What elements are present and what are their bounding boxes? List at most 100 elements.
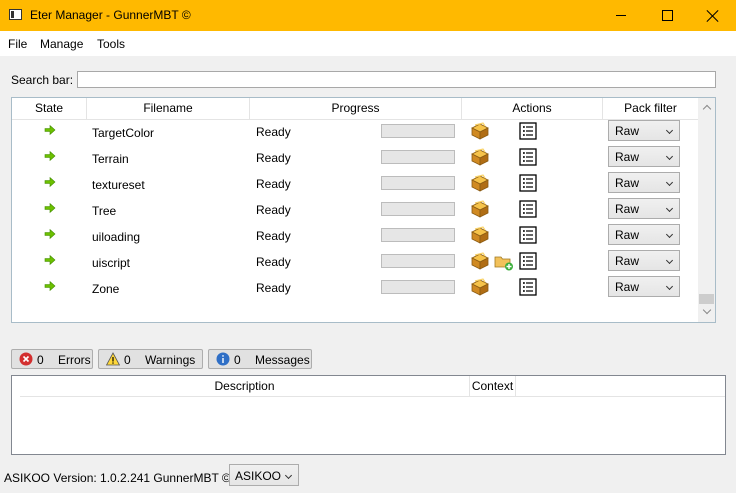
search-label: Search bar: bbox=[11, 73, 74, 87]
list-icon[interactable] bbox=[519, 278, 537, 296]
row-progress-bar bbox=[381, 228, 455, 242]
search-input[interactable] bbox=[77, 71, 716, 88]
list-icon[interactable] bbox=[519, 252, 537, 270]
column-header-filler bbox=[516, 376, 725, 397]
info-icon bbox=[216, 352, 230, 366]
menu-bar: File Manage Tools bbox=[0, 31, 736, 56]
chevron-down-icon bbox=[665, 230, 674, 239]
vertical-scrollbar[interactable] bbox=[698, 98, 715, 322]
pack-filter-dropdown[interactable]: Raw bbox=[608, 250, 680, 271]
scroll-thumb[interactable] bbox=[699, 294, 714, 304]
row-filename: Zone bbox=[92, 282, 120, 296]
row-progress-bar bbox=[381, 202, 455, 216]
arrow-right-icon bbox=[44, 150, 56, 162]
arrow-right-icon bbox=[44, 202, 56, 214]
pack-filter-value: Raw bbox=[615, 202, 640, 216]
pack-filter-dropdown[interactable]: Raw bbox=[608, 224, 680, 245]
grid-header: State Filename Progress Actions Pack fil… bbox=[12, 98, 698, 120]
warnings-tab-button[interactable]: 0 Warnings bbox=[98, 349, 203, 369]
errors-tab-button[interactable]: 0 Errors bbox=[11, 349, 93, 369]
table-row[interactable]: Tree Ready Raw bbox=[12, 197, 698, 223]
scroll-up-icon[interactable] bbox=[702, 104, 712, 114]
messages-label: Messages bbox=[255, 353, 310, 367]
menu-tools[interactable]: Tools bbox=[97, 37, 125, 51]
column-header-context[interactable]: Context bbox=[470, 376, 516, 397]
package-icon[interactable] bbox=[469, 251, 491, 271]
chevron-down-icon bbox=[665, 126, 674, 135]
chevron-down-icon bbox=[665, 282, 674, 291]
row-status: Ready bbox=[256, 151, 291, 165]
arrow-right-icon bbox=[44, 280, 56, 292]
row-filename: Terrain bbox=[92, 152, 129, 166]
menu-file[interactable]: File bbox=[8, 37, 27, 51]
row-progress-bar bbox=[381, 124, 455, 138]
error-icon bbox=[19, 352, 33, 366]
pack-filter-value: Raw bbox=[615, 228, 640, 242]
files-grid: State Filename Progress Actions Pack fil… bbox=[11, 97, 716, 323]
row-progress-bar bbox=[381, 254, 455, 268]
maximize-icon bbox=[661, 10, 673, 21]
account-dropdown[interactable]: ASIKOO bbox=[229, 464, 299, 486]
list-icon[interactable] bbox=[519, 174, 537, 192]
account-dropdown-value: ASIKOO bbox=[235, 469, 282, 483]
list-icon[interactable] bbox=[519, 226, 537, 244]
column-header-actions[interactable]: Actions bbox=[462, 98, 603, 119]
add-folder-icon[interactable] bbox=[494, 253, 514, 271]
chevron-down-icon bbox=[665, 178, 674, 187]
column-header-state[interactable]: State bbox=[12, 98, 87, 119]
list-icon[interactable] bbox=[519, 200, 537, 218]
pack-filter-dropdown[interactable]: Raw bbox=[608, 198, 680, 219]
chevron-down-icon bbox=[665, 152, 674, 161]
pack-filter-dropdown[interactable]: Raw bbox=[608, 172, 680, 193]
close-button[interactable] bbox=[690, 0, 736, 31]
pack-filter-dropdown[interactable]: Raw bbox=[608, 276, 680, 297]
row-status: Ready bbox=[256, 177, 291, 191]
column-header-filename[interactable]: Filename bbox=[87, 98, 250, 119]
warning-icon bbox=[106, 352, 120, 366]
package-icon[interactable] bbox=[469, 173, 491, 193]
row-filename: uiscript bbox=[92, 256, 131, 270]
row-filename: TargetColor bbox=[92, 126, 155, 140]
table-row[interactable]: uiscript Ready Raw bbox=[12, 249, 698, 275]
row-status: Ready bbox=[256, 255, 291, 269]
close-icon bbox=[707, 10, 719, 22]
package-icon[interactable] bbox=[469, 199, 491, 219]
table-row[interactable]: Zone Ready Raw bbox=[12, 275, 698, 301]
chevron-down-icon bbox=[665, 256, 674, 265]
package-icon[interactable] bbox=[469, 277, 491, 297]
messages-table: Description Context bbox=[11, 375, 726, 455]
menu-manage[interactable]: Manage bbox=[40, 37, 83, 51]
row-status: Ready bbox=[256, 229, 291, 243]
pack-filter-dropdown[interactable]: Raw bbox=[608, 120, 680, 141]
errors-label: Errors bbox=[58, 353, 91, 367]
row-status: Ready bbox=[256, 281, 291, 295]
scroll-down-icon[interactable] bbox=[702, 305, 712, 315]
table-row[interactable]: textureset Ready Raw bbox=[12, 171, 698, 197]
warnings-label: Warnings bbox=[145, 353, 196, 367]
minimize-button[interactable] bbox=[598, 0, 644, 31]
package-icon[interactable] bbox=[469, 147, 491, 167]
package-icon[interactable] bbox=[469, 225, 491, 245]
messages-count: 0 bbox=[234, 353, 241, 367]
row-filename: Tree bbox=[92, 204, 117, 218]
package-icon[interactable] bbox=[469, 121, 491, 141]
column-header-progress[interactable]: Progress bbox=[250, 98, 462, 119]
window-title: Eter Manager - GunnerMBT © bbox=[30, 8, 191, 22]
row-progress-bar bbox=[381, 176, 455, 190]
column-header-description[interactable]: Description bbox=[20, 376, 470, 397]
row-status: Ready bbox=[256, 125, 291, 139]
maximize-button[interactable] bbox=[644, 0, 690, 31]
row-filename: uiloading bbox=[92, 230, 141, 244]
pack-filter-value: Raw bbox=[615, 150, 640, 164]
messages-tab-button[interactable]: 0 Messages bbox=[208, 349, 312, 369]
list-icon[interactable] bbox=[519, 148, 537, 166]
row-status: Ready bbox=[256, 203, 291, 217]
list-icon[interactable] bbox=[519, 122, 537, 140]
table-row[interactable]: uiloading Ready Raw bbox=[12, 223, 698, 249]
column-header-pack-filter[interactable]: Pack filter bbox=[603, 98, 698, 119]
table-row[interactable]: TargetColor Ready Raw bbox=[12, 119, 698, 145]
pack-filter-dropdown[interactable]: Raw bbox=[608, 146, 680, 167]
table-row[interactable]: Terrain Ready Raw bbox=[12, 145, 698, 171]
chevron-down-icon bbox=[284, 471, 293, 480]
pack-filter-value: Raw bbox=[615, 254, 640, 268]
